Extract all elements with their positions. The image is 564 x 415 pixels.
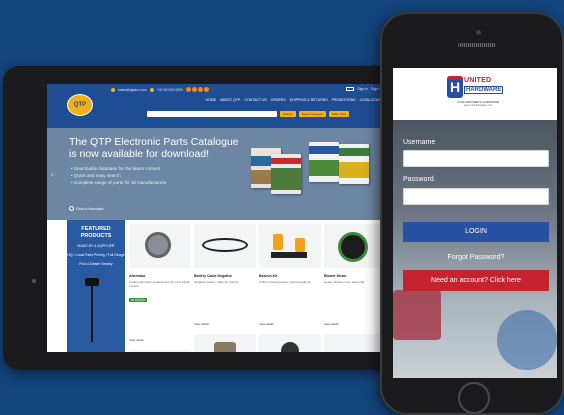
background-shape [497,310,557,370]
tablet-screen: QTP sales@qtpinc.com +00 00 000 0000 Sig… [47,84,387,352]
tablet-camera [32,279,36,283]
qtp-logo[interactable]: QTP [67,94,93,116]
product-desc: Amber rotating beacon warning light kit [259,280,311,284]
nav-shipping[interactable]: SHIPPING & RETURNS [290,98,328,102]
product-desc: Heater blower motor assembly [324,280,365,284]
contact-phone: +00 00 000 0000 [156,87,184,92]
password-label: Password [403,176,434,183]
featured-note: HQ / Local Parts Pricing / Full Range [67,253,125,257]
search-input[interactable] [147,111,277,117]
chevron-left-icon[interactable]: ‹ [51,170,54,179]
product-desc: Quality alternator replacement for most … [129,280,191,288]
search-button[interactable]: Search [280,111,296,117]
nav-orders[interactable]: ORDERS [271,98,286,102]
tablet-device: QTP sales@qtpinc.com +00 00 000 0000 Sig… [3,66,401,370]
product-image [259,334,321,352]
featured-product-stand [91,282,93,342]
logo-letter: H [447,76,463,98]
product-card[interactable]: Beacon Kit Amber rotating beacon warning… [259,224,321,352]
catalogue-image [309,142,339,182]
product-image [194,334,256,352]
product-title: Beacon Kit [259,274,278,278]
logo-url: www.unitedhardware.com [463,104,493,107]
home-button[interactable] [458,382,490,414]
product-title: Blower Motor [324,274,347,278]
featured-panel[interactable]: FEATURED PRODUCTS MADE BY A SUPPLIER HQ … [67,220,125,352]
social-icons [186,87,210,92]
phone-icon [149,87,154,92]
featured-title: FEATURED PRODUCTS [80,226,112,239]
signup-button[interactable]: Need an account? Click here [403,270,549,291]
language-select[interactable] [346,87,355,91]
product-card[interactable]: Alternator Quality alternator replacemen… [129,224,191,352]
twitter-icon[interactable] [192,87,198,92]
site-header: QTP sales@qtpinc.com +00 00 000 0000 Sig… [47,84,387,128]
product-link[interactable]: View detail [194,322,256,326]
product-desc: Negative battery cable for tractors [194,280,240,284]
youtube-icon[interactable] [198,87,204,92]
main-nav: HOME ABOUT QTP CONTACT US ORDERS SHIPPIN… [206,98,383,102]
nav-promotions[interactable]: PROMOTIONS [332,98,356,102]
united-hardware-logo: H UNITED HARDWARE YOUR PARTNER IN HARDWA… [447,76,507,110]
product-link[interactable]: View detail [259,322,321,326]
blower-image [324,224,386,268]
hero-title: The QTP Electronic Parts Catalogue is no… [69,136,239,160]
beacon-image [259,224,321,268]
contact-email[interactable]: sales@qtpinc.com [118,88,147,92]
nav-home[interactable]: HOME [206,98,217,102]
hero-banner: ‹ The QTP Electronic Parts Catalogue is … [47,128,387,220]
phone-screen: H UNITED HARDWARE YOUR PARTNER IN HARDWA… [393,68,557,378]
facebook-icon[interactable] [186,87,192,92]
product-grid: Alternator Quality alternator replacemen… [129,224,387,352]
alternator-image [129,224,191,268]
username-input[interactable] [403,150,549,167]
mail-icon [111,87,115,92]
product-link[interactable]: View detail [129,338,191,342]
sign-in-link[interactable]: Sign in [357,87,368,91]
linkedin-icon[interactable] [204,87,210,92]
product-title: Battery Cable Negative [194,274,233,278]
nav-about[interactable]: ABOUT QTP [220,98,240,102]
earpiece-speaker [458,43,496,47]
search-row: Search Select Category Shop Now [147,111,383,118]
featured-note-2: Find A Dealer Nearby [79,262,113,266]
login-button[interactable]: LOGIN [403,222,549,242]
download-icon [69,206,74,211]
catalogue-image [339,144,369,184]
logo-name-united: UNITED [464,77,492,84]
logo-name-hardware: HARDWARE [464,86,504,94]
product-image [129,350,191,352]
product-title: Alternator [129,274,146,278]
hero-bullet: Quick and easy search [71,172,166,179]
catalogue-image [271,154,301,194]
category-select[interactable]: Select Category [298,111,326,117]
background-shape [393,290,441,340]
product-image [324,334,386,352]
contact-bar: sales@qtpinc.com +00 00 000 0000 [111,87,210,92]
nav-contact[interactable]: CONTACT US [244,98,266,102]
phone-device: H UNITED HARDWARE YOUR PARTNER IN HARDWA… [380,12,564,415]
hero-bullet: Searchable database for the latest conte… [71,165,166,172]
shop-button[interactable]: Shop Now [328,111,349,117]
forgot-password-link[interactable]: Forgot Password? [403,254,549,261]
hero-bullet: Complete range of parts for all manufact… [71,179,166,186]
featured-subtitle: MADE BY A SUPPLIER [77,244,115,248]
phone-header: H UNITED HARDWARE YOUR PARTNER IN HARDWA… [393,68,557,120]
password-input[interactable] [403,188,549,205]
username-label: Username [403,139,436,146]
stock-badge: IN STOCK [129,298,148,302]
product-card[interactable]: Battery Cable Negative Negative battery … [194,224,256,352]
download-label: Click to download [76,206,104,211]
product-card[interactable]: Blower Motor Heater blower motor assembl… [324,224,386,352]
front-camera [476,30,481,35]
product-link[interactable]: View detail [324,322,386,326]
hero-bullets: Searchable database for the latest conte… [71,165,166,186]
account-links: Sign in Sign up [346,87,383,91]
cable-image [194,224,256,268]
download-link[interactable]: Click to download [69,206,103,211]
